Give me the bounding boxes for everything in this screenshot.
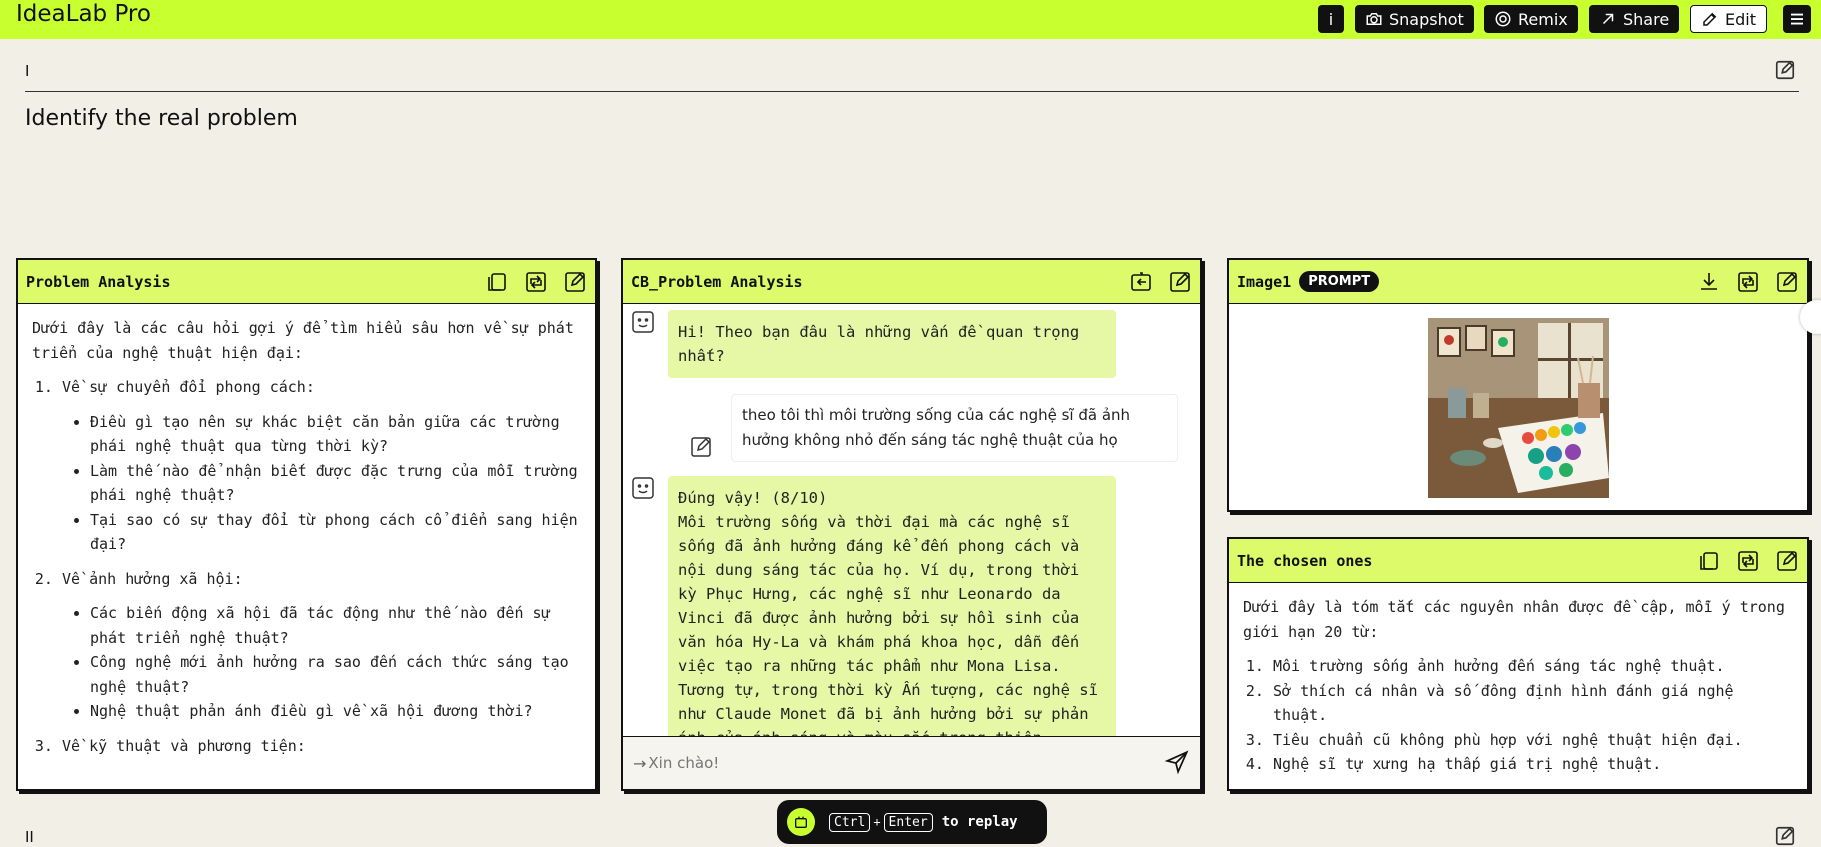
remix-label: Remix xyxy=(1518,9,1568,29)
section-title: Identify the real problem xyxy=(25,106,298,131)
chatbot-panel: CB_Problem Analysis Hi! Theo bạn đâu là … xyxy=(621,258,1202,791)
item-label: Về ảnh hưởng xã hội: xyxy=(62,569,243,588)
user-message: theo tôi thì môi trường sống của các ngh… xyxy=(731,394,1178,462)
item-label: Về kỹ thuật và phương tiện: xyxy=(62,736,306,755)
list-item: Nghệ sĩ tự xưng hạ thấp giá trị nghệ thu… xyxy=(1273,752,1793,777)
intro-text: Dưới đây là tóm tắt các nguyên nhân được… xyxy=(1243,598,1785,641)
bullet-item: Các biến động xã hội đã tác động như thế… xyxy=(90,601,581,650)
download-icon[interactable] xyxy=(1697,270,1721,294)
hamburger-menu-icon xyxy=(1791,13,1803,25)
list-item: Về ảnh hưởng xã hội: Các biến động xã hộ… xyxy=(62,567,581,724)
panel-header: Problem Analysis xyxy=(18,260,595,304)
bullet-item: Công nghệ mới ảnh hưởng ra sao đến cách … xyxy=(90,650,581,699)
replay-text: to replay xyxy=(941,814,1018,830)
snapshot-label: Snapshot xyxy=(1389,9,1464,29)
top-bar: IdeaLab Pro i Snapshot Remix Share Edit xyxy=(0,0,1821,39)
info-button[interactable]: i xyxy=(1318,5,1344,33)
art-studio-image[interactable] xyxy=(1428,318,1609,498)
info-label: i xyxy=(1328,9,1334,29)
panel-title: Image1 xyxy=(1237,272,1292,291)
list-item: Sở thích cá nhân và số đông định hình đá… xyxy=(1273,679,1793,728)
plus-sign: + xyxy=(873,815,881,829)
arrow-share-icon xyxy=(1602,13,1614,25)
list-item: Về sự chuyển đổi phong cách: Điều gì tạo… xyxy=(62,375,581,557)
chat-input-bar: → xyxy=(623,736,1200,789)
arrow-right-icon: → xyxy=(633,753,647,773)
edit-icon xyxy=(1703,12,1717,26)
swap-icon[interactable] xyxy=(1736,270,1760,294)
panel-header: The chosen ones xyxy=(1229,539,1807,583)
export-icon[interactable] xyxy=(1129,270,1153,294)
bot-face-icon xyxy=(632,477,654,499)
share-button[interactable]: Share xyxy=(1589,5,1680,33)
panel-content: Dưới đây là các câu hỏi gợi ý để tìm hiể… xyxy=(18,304,595,789)
problem-analysis-panel: Problem Analysis Dưới đây là các câu hỏi… xyxy=(16,258,597,791)
section-edit-icon[interactable] xyxy=(1774,59,1796,81)
send-icon[interactable] xyxy=(1164,749,1190,775)
panel-title: Problem Analysis xyxy=(26,272,171,291)
list-item: Về kỹ thuật và phương tiện: xyxy=(62,734,581,759)
bot-message: Đúng vậy! (8/10) Môi trường sống và thời… xyxy=(668,476,1116,736)
camera-icon xyxy=(1366,13,1382,25)
chosen-ones-panel: The chosen ones Dưới đây là tóm tắt các … xyxy=(1227,537,1809,791)
edit-label: Edit xyxy=(1725,9,1756,29)
app-title: IdeaLab Pro xyxy=(16,1,151,27)
edit-icon[interactable] xyxy=(1775,549,1799,573)
edit-icon[interactable] xyxy=(563,270,587,294)
bullet-item: Tại sao có sự thay đổi từ phong cách cổ … xyxy=(90,508,581,557)
list-item: Môi trường sống ảnh hưởng đến sáng tác n… xyxy=(1273,654,1793,679)
intro-text: Dưới đây là các câu hỏi gợi ý để tìm hiể… xyxy=(32,319,574,362)
replay-icon[interactable] xyxy=(787,808,815,836)
item-label: Về sự chuyển đổi phong cách: xyxy=(62,378,315,396)
bot-message: Hi! Theo bạn đâu là những vấn đề quan tr… xyxy=(668,310,1116,378)
share-label: Share xyxy=(1623,9,1670,29)
remix-icon xyxy=(1495,11,1511,27)
question-list: Về sự chuyển đổi phong cách: Điều gì tạo… xyxy=(32,375,581,758)
section-divider xyxy=(25,91,1799,92)
panel-header: CB_Problem Analysis xyxy=(623,260,1200,304)
image-panel: Image1 PROMPT xyxy=(1227,258,1809,512)
panel-header: Image1 PROMPT xyxy=(1229,260,1807,304)
edit-icon[interactable] xyxy=(1775,270,1799,294)
panel-title: CB_Problem Analysis xyxy=(631,272,803,291)
section-edit-icon[interactable] xyxy=(1774,825,1796,847)
panel-content: Dưới đây là tóm tắt các nguyên nhân được… xyxy=(1229,583,1807,789)
swap-icon[interactable] xyxy=(1736,549,1760,573)
enter-key: Enter xyxy=(883,812,933,832)
user-edit-icon[interactable] xyxy=(689,435,713,459)
copy-icon[interactable] xyxy=(485,270,509,294)
chat-input[interactable] xyxy=(648,754,1129,772)
chat-messages[interactable]: Hi! Theo bạn đâu là những vấn đề quan tr… xyxy=(623,304,1200,736)
remix-button[interactable]: Remix xyxy=(1484,5,1578,33)
panel-title: The chosen ones xyxy=(1237,551,1373,570)
ctrl-key: Ctrl xyxy=(829,812,871,832)
cause-list: Môi trường sống ảnh hưởng đến sáng tác n… xyxy=(1243,654,1793,777)
edit-icon[interactable] xyxy=(1168,270,1192,294)
bullet-item: Nghệ thuật phản ánh điều gì về xã hội đư… xyxy=(90,699,581,724)
bullet-item: Làm thế nào để nhận biết được đặc trưng … xyxy=(90,459,581,508)
copy-icon[interactable] xyxy=(1697,549,1721,573)
swap-icon[interactable] xyxy=(524,270,548,294)
section-label: II xyxy=(25,828,34,846)
snapshot-button[interactable]: Snapshot xyxy=(1355,5,1474,33)
bullet-item: Điều gì tạo nên sự khác biệt căn bản giữ… xyxy=(90,410,581,459)
list-item: Tiêu chuẩn cũ không phù hợp với nghệ thu… xyxy=(1273,728,1793,753)
menu-button[interactable] xyxy=(1783,5,1811,33)
replay-hint[interactable]: Ctrl + Enter to replay xyxy=(777,800,1047,844)
prompt-badge[interactable]: PROMPT xyxy=(1299,271,1380,292)
edit-button[interactable]: Edit xyxy=(1690,5,1767,33)
bot-face-icon xyxy=(632,311,654,333)
section-label: I xyxy=(25,62,30,80)
